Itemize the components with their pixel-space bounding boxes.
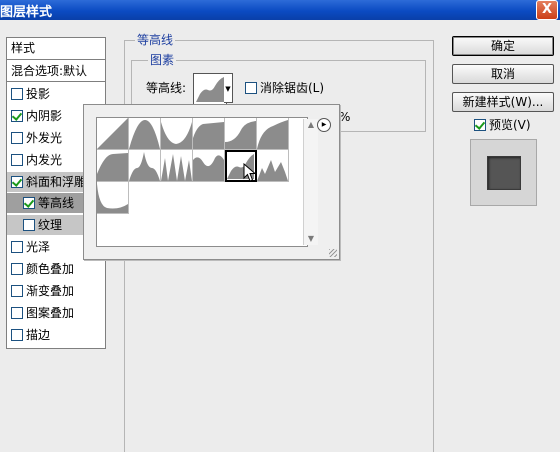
ring-triple-contour-icon[interactable]	[97, 182, 129, 214]
play-arrow-icon: ▶	[321, 121, 327, 128]
anti-alias-label: 消除锯齿(L)	[260, 81, 325, 95]
drop-shadow-checkbox[interactable]	[11, 88, 23, 100]
cursor-icon	[243, 162, 257, 186]
picker-menu-button[interactable]: ▶	[317, 118, 331, 132]
gaussian-contour-icon[interactable]	[225, 118, 257, 150]
pattern-overlay-checkbox[interactable]	[11, 307, 23, 319]
stroke-checkbox[interactable]	[11, 329, 23, 341]
rounded-steps-contour-icon[interactable]	[193, 150, 225, 182]
bevel-emboss-checkbox[interactable]	[11, 176, 23, 188]
rolling-slope-contour-icon	[196, 77, 224, 102]
title-bar: 图层样式 X	[0, 0, 560, 20]
group-title: 图素	[148, 53, 177, 67]
picker-scrollbar[interactable]: ▲ ▼	[303, 119, 318, 245]
scroll-down-icon[interactable]: ▼	[304, 233, 318, 245]
cove-shallow-contour-icon[interactable]	[193, 118, 225, 150]
style-preview	[470, 139, 537, 206]
anti-alias-option[interactable]: 消除锯齿(L)	[245, 81, 324, 95]
ok-button[interactable]: 确定	[452, 36, 554, 56]
style-item-label: 内发光	[26, 153, 63, 167]
outer-glow-checkbox[interactable]	[11, 132, 23, 144]
close-icon: X	[541, 2, 553, 17]
divider	[7, 81, 105, 82]
style-item-color-overlay[interactable]: 颜色叠加	[7, 259, 105, 279]
style-item-gradient-overlay[interactable]: 渐变叠加	[7, 281, 105, 301]
blending-options-item[interactable]: 混合选项:默认	[7, 61, 105, 81]
resize-grip-icon[interactable]	[329, 249, 337, 257]
scroll-up-icon[interactable]: ▲	[304, 119, 318, 131]
cone-contour-icon[interactable]	[129, 118, 161, 150]
satin-checkbox[interactable]	[11, 241, 23, 253]
anti-alias-checkbox[interactable]	[245, 82, 257, 94]
ring-double-contour-icon[interactable]	[129, 150, 161, 182]
style-item-stroke[interactable]: 描边	[7, 325, 105, 345]
style-item-label: 描边	[26, 328, 51, 342]
style-item-pattern-overlay[interactable]: 图案叠加	[7, 303, 105, 323]
preview-checkbox[interactable]	[474, 119, 486, 131]
window-title: 图层样式	[0, 5, 53, 20]
style-item-label: 外发光	[26, 131, 63, 145]
style-item-label: 纹理	[38, 218, 63, 232]
style-item-label: 颜色叠加	[26, 262, 75, 276]
contour-dropdown-button[interactable]: ▼	[224, 73, 233, 103]
style-item-label: 等高线	[38, 196, 75, 210]
contour-thumbnail-grid: ▲ ▼	[96, 117, 318, 247]
style-item-label: 图案叠加	[26, 306, 75, 320]
styles-header[interactable]: 样式	[7, 38, 105, 60]
half-round-contour-icon[interactable]	[257, 118, 289, 150]
rolling-slope-contour-icon[interactable]	[161, 150, 193, 182]
ring-contour-icon[interactable]	[97, 150, 129, 182]
texture-checkbox[interactable]	[23, 219, 35, 231]
new-style-button[interactable]: 新建样式(W)...	[452, 92, 554, 112]
gradient-overlay-checkbox[interactable]	[11, 285, 23, 297]
chevron-down-icon: ▼	[225, 85, 231, 93]
inner-shadow-checkbox[interactable]	[11, 110, 23, 122]
style-item-label: 投影	[26, 87, 51, 101]
contour-label: 等高线:	[146, 81, 187, 95]
contour-preview[interactable]	[193, 73, 227, 105]
inner-glow-checkbox[interactable]	[11, 154, 23, 166]
section-title: 等高线	[135, 33, 176, 47]
style-item-label: 光泽	[26, 240, 51, 254]
style-item-label: 内阴影	[26, 109, 63, 123]
cove-deep-contour-icon[interactable]	[161, 118, 193, 150]
color-overlay-checkbox[interactable]	[11, 263, 23, 275]
style-item-label: 斜面和浮雕	[26, 175, 87, 189]
cone-inverted-contour-icon[interactable]	[257, 150, 289, 182]
style-item-drop-shadow[interactable]: 投影	[7, 84, 105, 104]
preview-option[interactable]: 预览(V)	[474, 118, 531, 132]
preview-swatch	[487, 156, 521, 190]
preview-label: 预览(V)	[489, 118, 531, 132]
cancel-button[interactable]: 取消	[452, 64, 554, 84]
percent-label: %	[339, 110, 351, 124]
contour-picker-popup: ▲ ▼ ▶	[83, 104, 340, 260]
close-button[interactable]: X	[536, 0, 558, 20]
style-item-label: 渐变叠加	[26, 284, 75, 298]
contour-checkbox[interactable]	[23, 197, 35, 209]
linear-contour-icon[interactable]	[97, 118, 129, 150]
